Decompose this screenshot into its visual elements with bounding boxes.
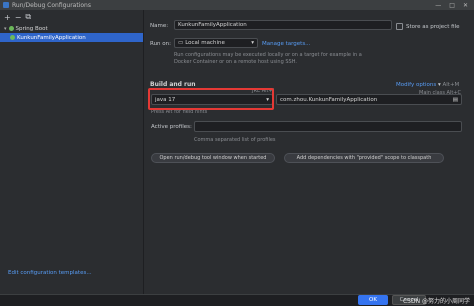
run-on-label: Run on:: [150, 41, 171, 47]
open-tool-window-chip[interactable]: Open run/debug tool window when started: [151, 153, 275, 163]
name-field[interactable]: KunkunFamilyApplication: [174, 20, 392, 30]
spring-boot-icon: [8, 26, 14, 31]
close-icon[interactable]: ✕: [463, 2, 468, 9]
run-on-select[interactable]: ▭ Local machine ▾: [174, 38, 258, 48]
tree-node-kunkun-app[interactable]: KunkunFamilyApplication: [0, 33, 143, 42]
config-form: Name: KunkunFamilyApplication Store as p…: [144, 10, 474, 294]
profiles-help: Comma separated list of profiles: [194, 137, 276, 143]
tree-node-label: Spring Boot: [15, 25, 48, 32]
highlight-box: [148, 88, 274, 110]
name-value: KunkunFamilyApplication: [178, 22, 247, 28]
remove-icon[interactable]: −: [15, 13, 22, 22]
name-label: Name:: [150, 23, 169, 29]
minimize-icon[interactable]: —: [435, 2, 441, 9]
watermark: CSDN @努力的小周同学: [402, 298, 470, 305]
computer-icon: ▭: [178, 40, 184, 46]
build-run-title: Build and run: [150, 81, 196, 88]
edit-templates-link[interactable]: Edit configuration templates...: [8, 270, 92, 276]
modify-options-link[interactable]: Modify options ▾ Alt+M: [396, 82, 459, 88]
tree-node-label: KunkunFamilyApplication: [17, 34, 86, 41]
copy-icon[interactable]: ⧉: [25, 12, 31, 22]
browse-icon[interactable]: ▤: [453, 97, 458, 103]
run-on-help: Run configurations may be executed local…: [174, 52, 362, 65]
chevron-down-icon[interactable]: ▾: [4, 26, 7, 32]
active-profiles-field[interactable]: [194, 121, 462, 132]
config-toolbar: + − ⧉: [0, 10, 143, 24]
config-sidebar: + − ⧉ ▾ Spring Boot KunkunFamilyApplicat…: [0, 10, 144, 294]
manage-targets-link[interactable]: Manage targets...: [262, 41, 310, 47]
store-label: Store as project file: [406, 23, 460, 30]
modify-shortcut: Alt+M: [442, 82, 460, 88]
add-icon[interactable]: +: [4, 13, 11, 22]
dialog-button-bar: OK Cancel CSDN @努力的小周同学: [0, 294, 474, 306]
modify-options-label: Modify options: [396, 82, 437, 88]
maximize-icon[interactable]: □: [449, 2, 455, 9]
checkbox-icon[interactable]: [396, 23, 403, 30]
provided-scope-chip[interactable]: Add dependencies with "provided" scope t…: [284, 153, 444, 163]
main-class-field[interactable]: com.zhou.KunkunFamilyApplication ▤: [276, 94, 462, 105]
ok-button[interactable]: OK: [358, 295, 388, 305]
app-icon: [3, 2, 9, 8]
tree-node-spring-boot[interactable]: ▾ Spring Boot: [0, 24, 143, 33]
spring-boot-icon: [10, 35, 15, 40]
store-as-project-checkbox[interactable]: Store as project file: [396, 23, 459, 30]
window-title: Run/Debug Configurations: [12, 1, 91, 9]
field-hint: Press Alt for field hints: [151, 109, 208, 115]
main-class-value: com.zhou.KunkunFamilyApplication: [280, 96, 378, 103]
run-on-value: Local machine: [185, 40, 225, 46]
chevron-down-icon[interactable]: ▾: [251, 40, 254, 46]
window-controls: — □ ✕: [435, 0, 468, 10]
active-profiles-label: Active profiles:: [151, 124, 192, 130]
title-bar: Run/Debug Configurations — □ ✕: [0, 0, 474, 10]
